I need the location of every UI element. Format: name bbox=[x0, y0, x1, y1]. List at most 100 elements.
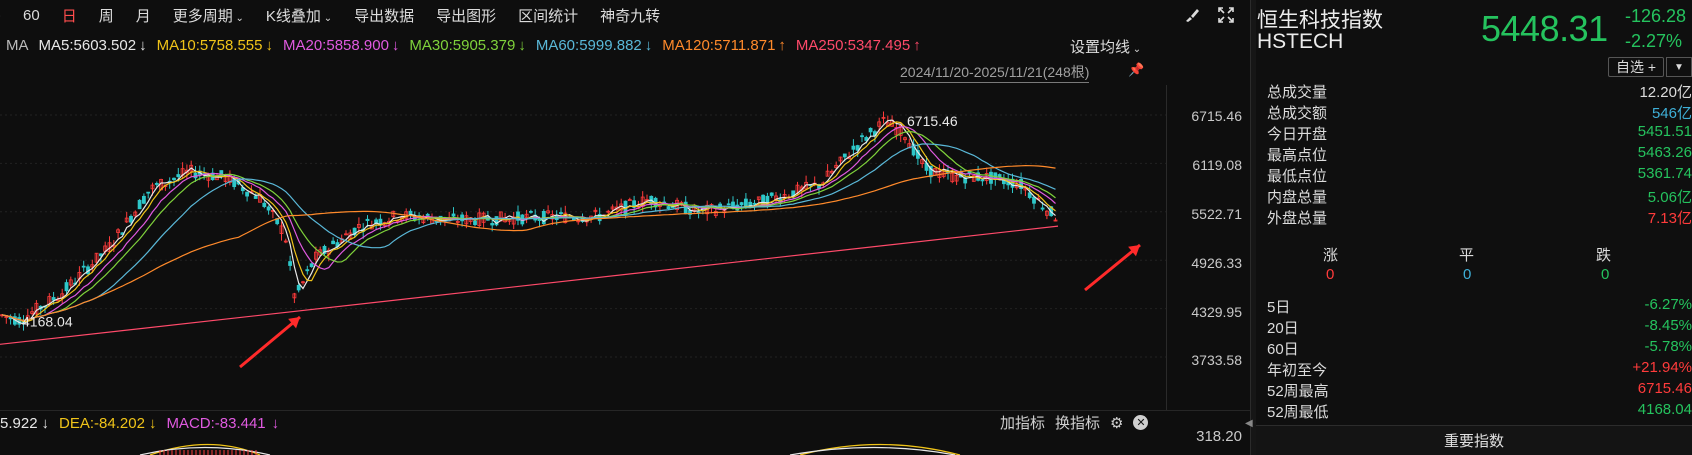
candle-body bbox=[296, 284, 301, 291]
ma-trend-arrow: ↑ bbox=[778, 36, 786, 54]
period-week[interactable]: 周 bbox=[99, 5, 114, 26]
watchlist-dropdown-icon[interactable]: ▼ bbox=[1666, 57, 1692, 77]
stat-row: 总成交量 12.20亿 bbox=[1257, 81, 1692, 103]
pin-icon[interactable]: 📌 bbox=[1128, 62, 1144, 78]
stat-row: 今日开盘 5451.51 bbox=[1257, 123, 1692, 145]
collapse-arrow-icon[interactable]: ◀ bbox=[1245, 418, 1253, 429]
stat-label: 内盘总量 bbox=[1267, 189, 1328, 206]
ma-legend-prefix: MA bbox=[6, 36, 29, 54]
date-range-tag[interactable]: 2024/11/20-2025/11/21(248根) bbox=[900, 62, 1090, 83]
performance-label: 60日 bbox=[1267, 341, 1299, 358]
stat-row: 最低点位 5361.74 bbox=[1257, 165, 1692, 187]
candle-body bbox=[860, 135, 864, 138]
performance-value: 6715.46 bbox=[1637, 380, 1692, 397]
ma-settings-dropdown[interactable]: 设置均线 ⌄ bbox=[1070, 36, 1141, 57]
period-day[interactable]: 日 bbox=[62, 5, 77, 26]
kline-chart[interactable]: 6715.46 4168.04 bbox=[0, 85, 1166, 410]
chevron-down-icon: ⌄ bbox=[320, 12, 333, 24]
candle-body bbox=[146, 191, 151, 194]
candle-body bbox=[490, 223, 495, 226]
key-indices-button[interactable]: 重要指数 bbox=[1256, 425, 1692, 455]
ma-trend-arrow: ↓ bbox=[265, 36, 274, 54]
period-60min[interactable]: 60 bbox=[23, 7, 40, 24]
candle-body bbox=[141, 195, 146, 204]
performance-value: -6.27% bbox=[1644, 296, 1692, 313]
stat-row: 总成交额 546亿 bbox=[1257, 102, 1692, 124]
range-stats-button[interactable]: 区间统计 bbox=[518, 5, 578, 26]
y-axis-tick-label: 6119.08 bbox=[1192, 157, 1242, 173]
candle-body bbox=[51, 297, 56, 301]
ma-trend-arrow: ↓ bbox=[391, 36, 400, 54]
gear-icon[interactable]: ⚙ bbox=[1110, 414, 1123, 432]
macd-dif-arrow: ↓ bbox=[41, 415, 50, 432]
ma-legend: MA MA5:5603.502 ↓ MA10:5758.555 ↓ MA20:5858.… bbox=[6, 35, 931, 55]
candle-body bbox=[154, 183, 159, 185]
fullscreen-icon[interactable] bbox=[1216, 5, 1236, 25]
ma-trend-arrow: ↓ bbox=[139, 36, 147, 54]
ma-trend-arrow: ↓ bbox=[518, 36, 526, 54]
advance-decline-header: 涨 平 跌 bbox=[1256, 244, 1692, 266]
y-axis-tick-label: 6715.46 bbox=[1191, 108, 1242, 124]
candle-body bbox=[137, 199, 142, 210]
macd-dif-value: 5.922 bbox=[0, 415, 38, 432]
y-axis-tick-label: 4329.95 bbox=[1191, 304, 1242, 320]
performance-label: 52周最低 bbox=[1267, 404, 1329, 421]
down-count-value: 0 bbox=[1601, 266, 1610, 283]
stat-value: 5.06亿 bbox=[1647, 189, 1692, 206]
stat-value: 7.13亿 bbox=[1647, 210, 1692, 227]
add-watchlist-button[interactable]: 自选 + bbox=[1608, 57, 1664, 77]
candle-body bbox=[696, 211, 701, 214]
ma-trend-arrow: ↑ bbox=[913, 36, 921, 54]
kline-overlay-dropdown[interactable]: K线叠加 ⌄ bbox=[266, 5, 332, 26]
ma-trend-arrow: ↓ bbox=[644, 36, 653, 54]
ma-legend-item: MA5:5603.502 bbox=[38, 36, 137, 54]
candle-body bbox=[176, 174, 181, 178]
magic-nine-button[interactable]: 神奇九转 bbox=[600, 5, 660, 26]
ma-settings-label: 设置均线 bbox=[1070, 39, 1131, 56]
stat-label: 今日开盘 bbox=[1267, 126, 1328, 143]
stat-label: 外盘总量 bbox=[1267, 210, 1328, 227]
candle-body bbox=[425, 213, 430, 216]
index-change-pct: -2.27% bbox=[1625, 31, 1683, 51]
stat-label: 最高点位 bbox=[1267, 147, 1328, 164]
candle-body bbox=[1032, 196, 1036, 204]
add-indicator-button[interactable]: 加指标 bbox=[1000, 412, 1045, 433]
performance-label: 5日 bbox=[1267, 299, 1291, 316]
more-periods-label: 更多周期 bbox=[172, 7, 233, 25]
macd-value: MACD:-83.441 bbox=[166, 415, 266, 432]
performance-row: 20日 -8.45% bbox=[1257, 317, 1692, 339]
candle-body bbox=[172, 177, 176, 181]
period-partial[interactable]: ) bbox=[0, 7, 1, 24]
ma-legend-item: MA120:5711.871 bbox=[662, 36, 776, 54]
switch-indicator-button[interactable]: 换指标 bbox=[1055, 412, 1100, 433]
chevron-down-icon: ⌄ bbox=[1130, 44, 1142, 55]
macd-chart[interactable] bbox=[0, 436, 1166, 455]
kline-chart-area[interactable]: ) 60 日 周 月 更多周期 ⌄ K线叠加 ⌄ 导出数据 导出图形 区间统计 … bbox=[0, 0, 1250, 455]
close-icon[interactable]: ✕ bbox=[1133, 415, 1149, 430]
period-month[interactable]: 月 bbox=[136, 5, 151, 26]
brush-icon[interactable] bbox=[1182, 5, 1202, 25]
candle-body bbox=[726, 203, 731, 206]
performance-value: 4168.04 bbox=[1637, 401, 1692, 418]
advance-decline-values: 0 0 0 bbox=[1256, 266, 1692, 288]
moving-average-line bbox=[0, 225, 1059, 345]
candle-body bbox=[739, 202, 744, 206]
more-periods-dropdown[interactable]: 更多周期 ⌄ bbox=[173, 5, 244, 26]
stat-label: 最低点位 bbox=[1267, 168, 1328, 185]
candle-body bbox=[309, 263, 314, 268]
export-data-button[interactable]: 导出数据 bbox=[354, 5, 414, 26]
candle-body bbox=[997, 174, 1002, 177]
candle-body bbox=[529, 211, 533, 213]
candle-body bbox=[266, 206, 271, 211]
candle-body bbox=[572, 218, 576, 221]
candle-body bbox=[81, 265, 86, 268]
candle-body bbox=[769, 192, 774, 196]
candle-body bbox=[305, 269, 310, 272]
moving-average-line bbox=[1, 143, 1056, 322]
ma-legend-item: MA250:5347.495 bbox=[795, 36, 911, 54]
ma-legend-item: MA60:5999.882 bbox=[535, 36, 642, 54]
moving-average-line bbox=[1, 164, 1056, 322]
export-image-button[interactable]: 导出图形 bbox=[436, 5, 496, 26]
performance-label: 年初至今 bbox=[1267, 362, 1328, 379]
toolbar-right-icons bbox=[1182, 5, 1236, 25]
